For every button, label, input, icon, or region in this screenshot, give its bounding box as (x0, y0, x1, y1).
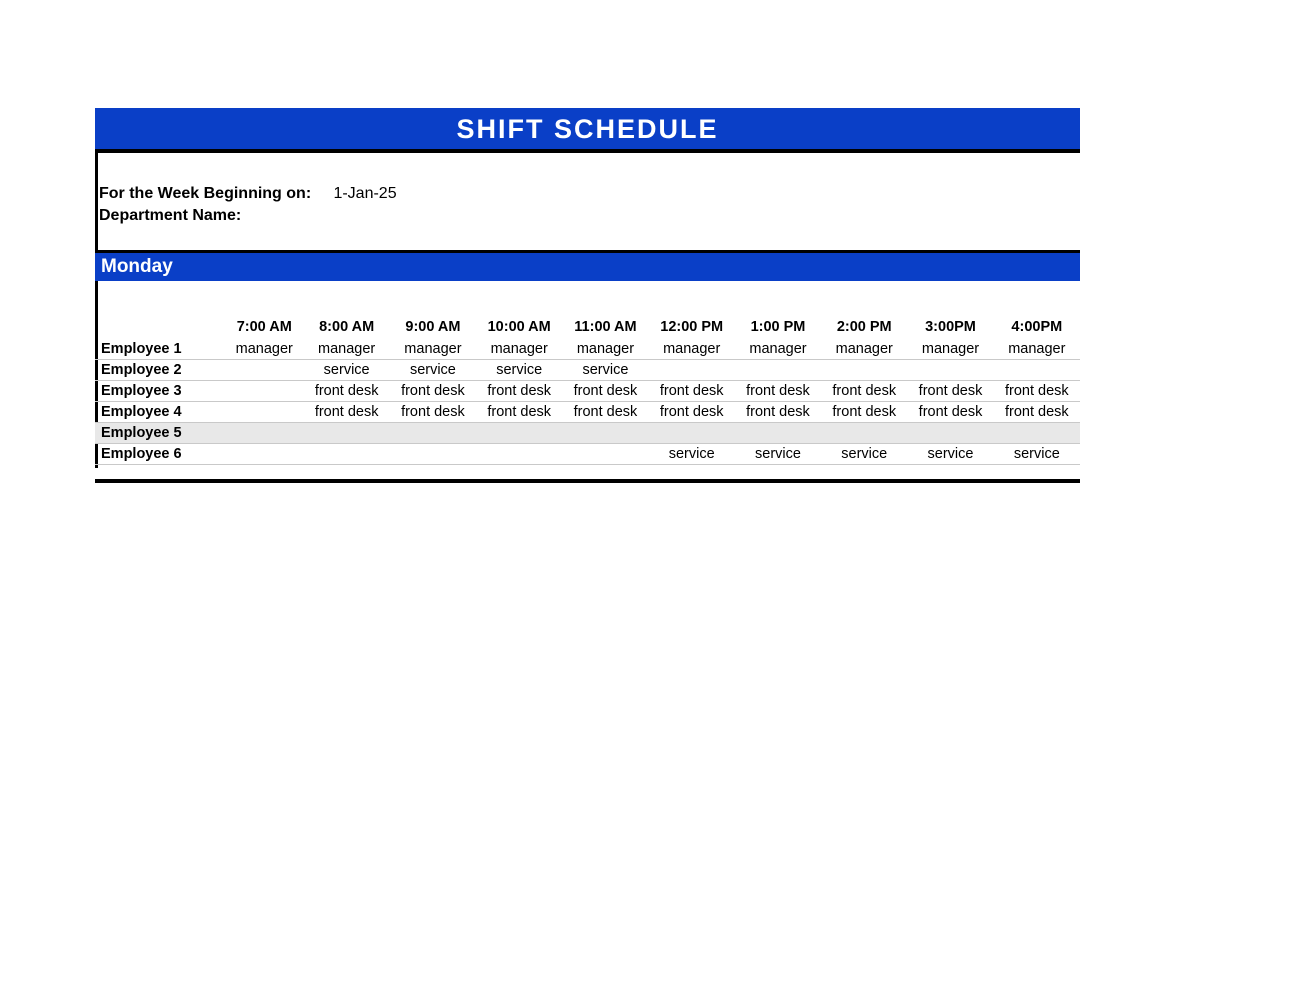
time-header: 7:00 AM (225, 317, 304, 339)
shift-cell (304, 423, 390, 444)
shift-cell: service (562, 360, 648, 381)
employee-name: Employee 2 (95, 360, 225, 381)
employee-name: Employee 3 (95, 381, 225, 402)
shift-cell (735, 423, 821, 444)
time-header: 10:00 AM (476, 317, 562, 339)
shift-cell: service (735, 444, 821, 465)
shift-cell (821, 360, 907, 381)
shift-cell (476, 423, 562, 444)
shift-cell: front desk (476, 381, 562, 402)
shift-cell (649, 360, 735, 381)
shift-cell (907, 423, 993, 444)
shift-cell: manager (649, 339, 735, 360)
shift-cell: front desk (562, 402, 648, 423)
employee-name: Employee 1 (95, 339, 225, 360)
week-label: For the Week Beginning on: (99, 183, 329, 205)
time-header: 8:00 AM (304, 317, 390, 339)
shift-cell (562, 444, 648, 465)
shift-cell: front desk (907, 402, 993, 423)
page-title: SHIFT SCHEDULE (95, 108, 1080, 149)
title-underline (95, 149, 1080, 153)
shift-cell (994, 423, 1080, 444)
shift-cell (225, 402, 304, 423)
shift-cell: front desk (304, 381, 390, 402)
header-empty (95, 317, 225, 339)
table-row: Employee 1managermanagermanagermanagerma… (95, 339, 1080, 360)
shift-cell: front desk (649, 381, 735, 402)
shift-cell (907, 360, 993, 381)
time-header: 2:00 PM (821, 317, 907, 339)
shift-cell: front desk (390, 402, 476, 423)
shift-cell (304, 444, 390, 465)
table-row: Employee 4front deskfront deskfront desk… (95, 402, 1080, 423)
employee-name: Employee 4 (95, 402, 225, 423)
shift-cell (225, 360, 304, 381)
shift-cell: service (907, 444, 993, 465)
shift-cell (994, 360, 1080, 381)
shift-cell (476, 444, 562, 465)
shift-cell: manager (821, 339, 907, 360)
day-header: Monday (95, 250, 1080, 281)
shift-cell (225, 381, 304, 402)
shift-cell (390, 444, 476, 465)
time-header: 4:00PM (994, 317, 1080, 339)
shift-cell (390, 423, 476, 444)
time-header: 9:00 AM (390, 317, 476, 339)
shift-cell: service (390, 360, 476, 381)
shift-cell: manager (225, 339, 304, 360)
shift-cell: service (476, 360, 562, 381)
time-header: 3:00PM (907, 317, 993, 339)
employee-name: Employee 6 (95, 444, 225, 465)
shift-cell: front desk (821, 402, 907, 423)
shift-cell (821, 423, 907, 444)
time-header: 12:00 PM (649, 317, 735, 339)
time-header: 1:00 PM (735, 317, 821, 339)
shift-cell: front desk (562, 381, 648, 402)
shift-cell: service (649, 444, 735, 465)
meta-block: For the Week Beginning on: 1-Jan-25 Depa… (95, 183, 1080, 226)
shift-cell: front desk (735, 381, 821, 402)
shift-cell: service (821, 444, 907, 465)
shift-cell: manager (390, 339, 476, 360)
shift-cell (735, 360, 821, 381)
week-value: 1-Jan-25 (333, 183, 396, 205)
shift-cell: front desk (821, 381, 907, 402)
shift-cell: service (304, 360, 390, 381)
shift-cell: front desk (476, 402, 562, 423)
shift-cell: manager (562, 339, 648, 360)
table-row: Employee 6serviceserviceserviceservicese… (95, 444, 1080, 465)
shift-cell: front desk (994, 381, 1080, 402)
table-row: Employee 2serviceserviceserviceservice (95, 360, 1080, 381)
shift-cell (562, 423, 648, 444)
shift-cell: front desk (304, 402, 390, 423)
shift-cell: front desk (649, 402, 735, 423)
shift-cell: service (994, 444, 1080, 465)
shift-cell (225, 423, 304, 444)
shift-cell: front desk (735, 402, 821, 423)
shift-cell: front desk (390, 381, 476, 402)
time-header: 11:00 AM (562, 317, 648, 339)
shift-cell: front desk (907, 381, 993, 402)
shift-cell: manager (994, 339, 1080, 360)
dept-label: Department Name: (99, 205, 329, 227)
shift-cell: manager (907, 339, 993, 360)
schedule-table: 7:00 AM8:00 AM9:00 AM10:00 AM11:00 AM12:… (95, 317, 1080, 465)
shift-cell (649, 423, 735, 444)
bottom-rule (95, 479, 1080, 483)
employee-name: Employee 5 (95, 423, 225, 444)
table-row: Employee 5 (95, 423, 1080, 444)
shift-cell: front desk (994, 402, 1080, 423)
shift-cell: manager (476, 339, 562, 360)
shift-cell: manager (304, 339, 390, 360)
shift-cell (225, 444, 304, 465)
shift-cell: manager (735, 339, 821, 360)
table-row: Employee 3front deskfront deskfront desk… (95, 381, 1080, 402)
